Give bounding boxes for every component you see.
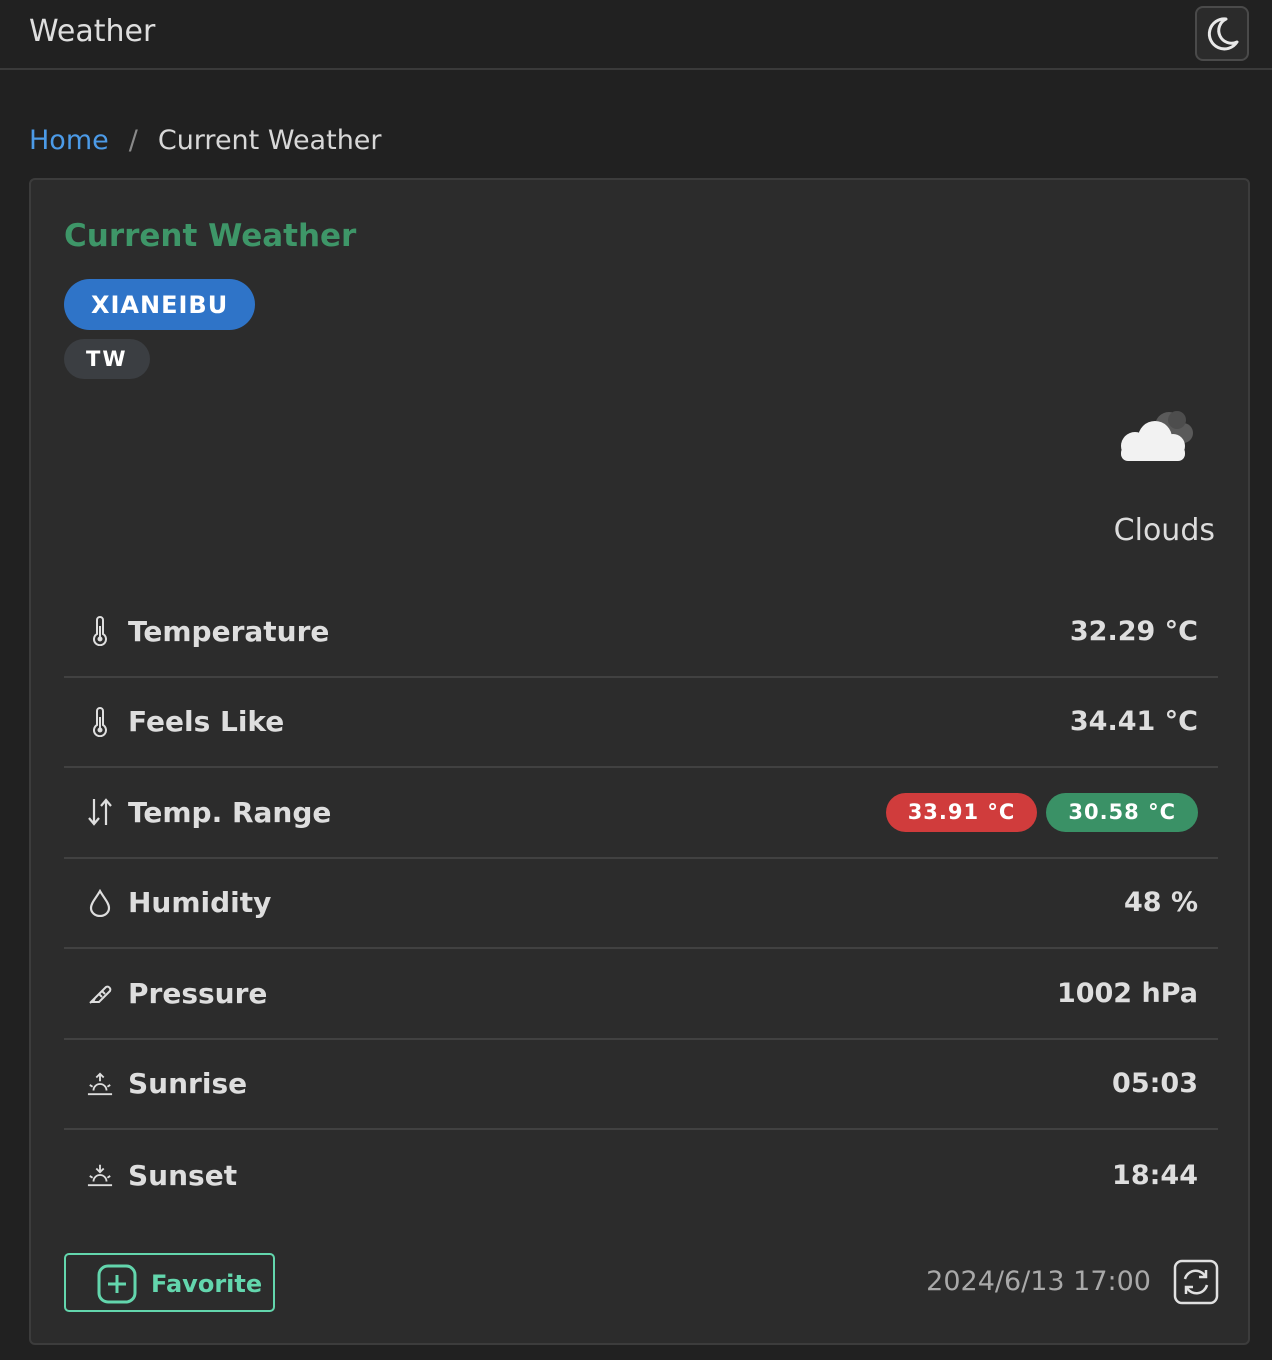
favorite-label: Favorite [151, 1270, 263, 1298]
breadcrumb-current: Current Weather [157, 124, 382, 156]
row-label: Temperature [128, 614, 330, 648]
city-badge: XIANEIBU [64, 279, 256, 330]
country-badge: TW [64, 339, 150, 379]
breadcrumb-home-link[interactable]: Home [29, 125, 109, 156]
moon-icon [1207, 16, 1239, 50]
sunset-icon [87, 1160, 113, 1190]
temp-range-badges: 33.91 °C 30.58 °C [885, 792, 1198, 832]
card-title: Current Weather [64, 218, 357, 254]
row-label: Temp. Range [128, 795, 332, 829]
row-label: Sunset [128, 1158, 238, 1192]
max-temp-badge: 33.91 °C [885, 792, 1038, 832]
breadcrumb-separator: / [128, 124, 138, 156]
row-sunrise: Sunrise 05:03 [64, 1040, 1218, 1130]
pressure-value: 1002 hPa [1056, 977, 1198, 1009]
current-weather-card: Current Weather XIANEIBU TW Clouds Tempe… [29, 178, 1250, 1345]
row-pressure: Pressure 1002 hPa [64, 949, 1218, 1040]
updated-timestamp: 2024/6/13 17:00 [926, 1266, 1151, 1297]
top-navbar: Weather [0, 0, 1272, 70]
droplet-icon [87, 888, 113, 918]
row-label: Feels Like [128, 705, 285, 739]
humidity-value: 48 % [1123, 887, 1198, 919]
row-feels-like: Feels Like 34.41 °C [64, 678, 1218, 768]
app-title: Weather [29, 14, 156, 49]
theme-toggle-button[interactable] [1195, 6, 1249, 61]
min-temp-badge: 30.58 °C [1046, 792, 1198, 832]
row-temperature: Temperature 32.29 °C [64, 587, 1218, 678]
thermometer-icon [87, 706, 113, 737]
row-temp-range: Temp. Range 33.91 °C 30.58 °C [64, 768, 1218, 859]
sunrise-icon [87, 1069, 113, 1099]
sunset-value: 18:44 [1112, 1159, 1198, 1191]
weather-details-list: Temperature 32.29 °C Feels Like 34.41 °C… [64, 587, 1218, 1221]
plus-square-icon [97, 1264, 137, 1304]
thermometer-icon [87, 616, 113, 647]
clouds-icon [1121, 411, 1193, 461]
sunrise-value: 05:03 [1112, 1068, 1198, 1100]
row-sunset: Sunset 18:44 [64, 1130, 1218, 1221]
row-label: Sunrise [128, 1067, 248, 1101]
favorite-button[interactable]: Favorite [64, 1253, 275, 1312]
gauge-needle-icon [87, 978, 113, 1008]
refresh-icon[interactable] [1173, 1259, 1219, 1305]
row-label: Humidity [128, 886, 272, 920]
feels-like-value: 34.41 °C [1069, 706, 1198, 738]
row-humidity: Humidity 48 % [64, 859, 1218, 949]
arrows-up-down-icon [87, 797, 113, 827]
breadcrumb: Home / Current Weather [29, 122, 382, 158]
weather-condition: Clouds [1113, 513, 1215, 548]
row-label: Pressure [128, 976, 268, 1010]
temperature-value: 32.29 °C [1069, 615, 1198, 647]
